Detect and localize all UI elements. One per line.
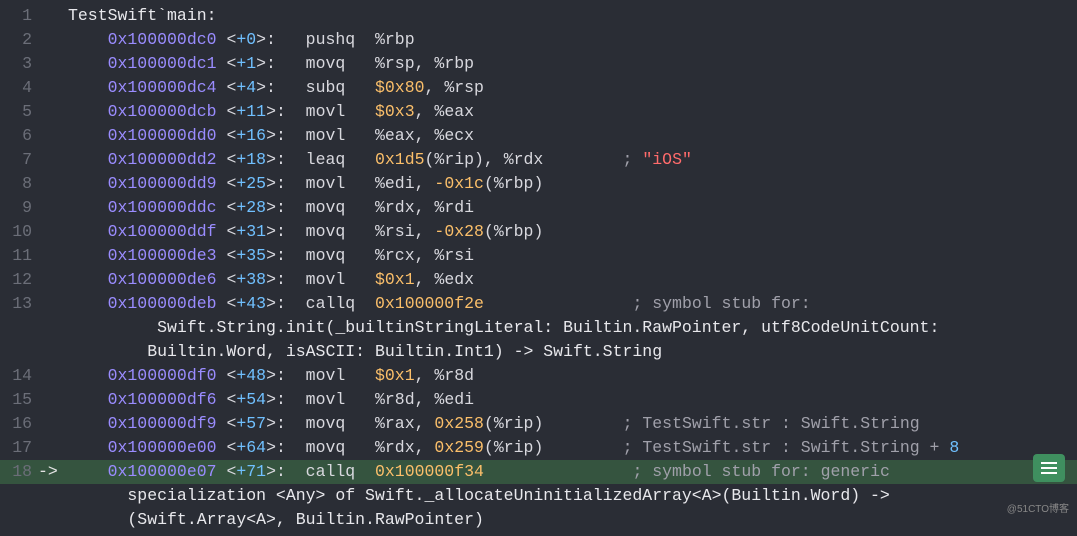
code-content: Swift.String.init(_builtinStringLiteral:… <box>68 316 1077 340</box>
code-line[interactable]: specialization <Any> of Swift._allocateU… <box>0 484 1077 508</box>
code-line[interactable]: 11 0x100000de3 <+35>: movq %rcx, %rsi <box>0 244 1077 268</box>
code-content: 0x100000df6 <+54>: movl %r8d, %edi <box>68 388 1077 412</box>
code-content: 0x100000de3 <+35>: movq %rcx, %rsi <box>68 244 1077 268</box>
current-line-arrow <box>38 340 68 364</box>
current-line-arrow <box>38 76 68 100</box>
line-number: 3 <box>0 52 38 76</box>
line-number: 10 <box>0 220 38 244</box>
code-content: 0x100000dc0 <+0>: pushq %rbp <box>68 28 1077 52</box>
line-number: 4 <box>0 76 38 100</box>
code-line[interactable]: 16 0x100000df9 <+57>: movq %rax, 0x258(%… <box>0 412 1077 436</box>
code-line[interactable]: 3 0x100000dc1 <+1>: movq %rsp, %rbp <box>0 52 1077 76</box>
line-number <box>0 340 38 364</box>
code-content: 0x100000dd2 <+18>: leaq 0x1d5(%rip), %rd… <box>68 148 1077 172</box>
code-line[interactable]: 15 0x100000df6 <+54>: movl %r8d, %edi <box>0 388 1077 412</box>
code-content: Builtin.Word, isASCII: Builtin.Int1) -> … <box>68 340 1077 364</box>
code-content: 0x100000dd9 <+25>: movl %edi, -0x1c(%rbp… <box>68 172 1077 196</box>
current-line-arrow <box>38 196 68 220</box>
line-number: 11 <box>0 244 38 268</box>
current-line-arrow: -> <box>38 460 68 484</box>
code-content: 0x100000de6 <+38>: movl $0x1, %edx <box>68 268 1077 292</box>
current-line-arrow <box>38 52 68 76</box>
hamburger-icon <box>1041 467 1057 469</box>
code-content: 0x100000ddc <+28>: movq %rdx, %rdi <box>68 196 1077 220</box>
line-number: 9 <box>0 196 38 220</box>
code-content: 0x100000dc4 <+4>: subq $0x80, %rsp <box>68 76 1077 100</box>
code-line[interactable]: Builtin.Word, isASCII: Builtin.Int1) -> … <box>0 340 1077 364</box>
line-number: 1 <box>0 4 38 28</box>
line-number: 6 <box>0 124 38 148</box>
code-line[interactable]: 18-> 0x100000e07 <+71>: callq 0x100000f3… <box>0 460 1077 484</box>
line-number: 12 <box>0 268 38 292</box>
code-line[interactable]: 17 0x100000e00 <+64>: movq %rdx, 0x259(%… <box>0 436 1077 460</box>
current-line-arrow <box>38 484 68 508</box>
line-number: 16 <box>0 412 38 436</box>
code-line[interactable]: 1 TestSwift`main: <box>0 4 1077 28</box>
code-content: specialization <Any> of Swift._allocateU… <box>68 484 1077 508</box>
current-line-arrow <box>38 4 68 28</box>
code-line[interactable]: 10 0x100000ddf <+31>: movq %rsi, -0x28(%… <box>0 220 1077 244</box>
code-content: 0x100000dd0 <+16>: movl %eax, %ecx <box>68 124 1077 148</box>
line-number: 14 <box>0 364 38 388</box>
code-content: 0x100000dc1 <+1>: movq %rsp, %rbp <box>68 52 1077 76</box>
watermark: @51CTO博客 <box>1007 498 1069 522</box>
line-number: 15 <box>0 388 38 412</box>
code-line[interactable]: 8 0x100000dd9 <+25>: movl %edi, -0x1c(%r… <box>0 172 1077 196</box>
code-content: 0x100000e00 <+64>: movq %rdx, 0x259(%rip… <box>68 436 1077 460</box>
current-line-arrow <box>38 316 68 340</box>
current-line-arrow <box>38 364 68 388</box>
code-line[interactable]: 12 0x100000de6 <+38>: movl $0x1, %edx <box>0 268 1077 292</box>
code-content: 0x100000df9 <+57>: movq %rax, 0x258(%rip… <box>68 412 1077 436</box>
current-line-arrow <box>38 436 68 460</box>
current-line-arrow <box>38 28 68 52</box>
code-content: 0x100000dcb <+11>: movl $0x3, %eax <box>68 100 1077 124</box>
line-number: 2 <box>0 28 38 52</box>
line-number: 13 <box>0 292 38 316</box>
current-line-arrow <box>38 172 68 196</box>
current-line-arrow <box>38 100 68 124</box>
line-number: 5 <box>0 100 38 124</box>
code-content: 0x100000df0 <+48>: movl $0x1, %r8d <box>68 364 1077 388</box>
code-line[interactable]: (Swift.Array<A>, Builtin.RawPointer) <box>0 508 1077 532</box>
current-line-arrow <box>38 508 68 532</box>
code-content: TestSwift`main: <box>68 4 1077 28</box>
line-number <box>0 508 38 532</box>
current-line-arrow <box>38 268 68 292</box>
line-number: 18 <box>0 460 38 484</box>
current-line-arrow <box>38 412 68 436</box>
line-number: 7 <box>0 148 38 172</box>
code-line[interactable]: 5 0x100000dcb <+11>: movl $0x3, %eax <box>0 100 1077 124</box>
current-line-arrow <box>38 220 68 244</box>
code-line[interactable]: 2 0x100000dc0 <+0>: pushq %rbp <box>0 28 1077 52</box>
code-content: 0x100000e07 <+71>: callq 0x100000f34 ; s… <box>68 460 1077 484</box>
line-number <box>0 484 38 508</box>
line-number <box>0 316 38 340</box>
code-line[interactable]: 13 0x100000deb <+43>: callq 0x100000f2e … <box>0 292 1077 316</box>
disassembly-editor: 1TestSwift`main:2 0x100000dc0 <+0>: push… <box>0 0 1077 536</box>
code-content: 0x100000ddf <+31>: movq %rsi, -0x28(%rbp… <box>68 220 1077 244</box>
code-line[interactable]: 4 0x100000dc4 <+4>: subq $0x80, %rsp <box>0 76 1077 100</box>
line-number: 17 <box>0 436 38 460</box>
line-number: 8 <box>0 172 38 196</box>
code-line[interactable]: Swift.String.init(_builtinStringLiteral:… <box>0 316 1077 340</box>
current-line-arrow <box>38 148 68 172</box>
code-line[interactable]: 7 0x100000dd2 <+18>: leaq 0x1d5(%rip), %… <box>0 148 1077 172</box>
code-line[interactable]: 9 0x100000ddc <+28>: movq %rdx, %rdi <box>0 196 1077 220</box>
current-line-arrow <box>38 388 68 412</box>
code-content: 0x100000deb <+43>: callq 0x100000f2e ; s… <box>68 292 1077 316</box>
current-line-arrow <box>38 292 68 316</box>
code-line[interactable]: 14 0x100000df0 <+48>: movl $0x1, %r8d <box>0 364 1077 388</box>
menu-fab[interactable] <box>1033 454 1065 482</box>
code-content: (Swift.Array<A>, Builtin.RawPointer) <box>68 508 1077 532</box>
code-line[interactable]: 6 0x100000dd0 <+16>: movl %eax, %ecx <box>0 124 1077 148</box>
current-line-arrow <box>38 124 68 148</box>
current-line-arrow <box>38 244 68 268</box>
